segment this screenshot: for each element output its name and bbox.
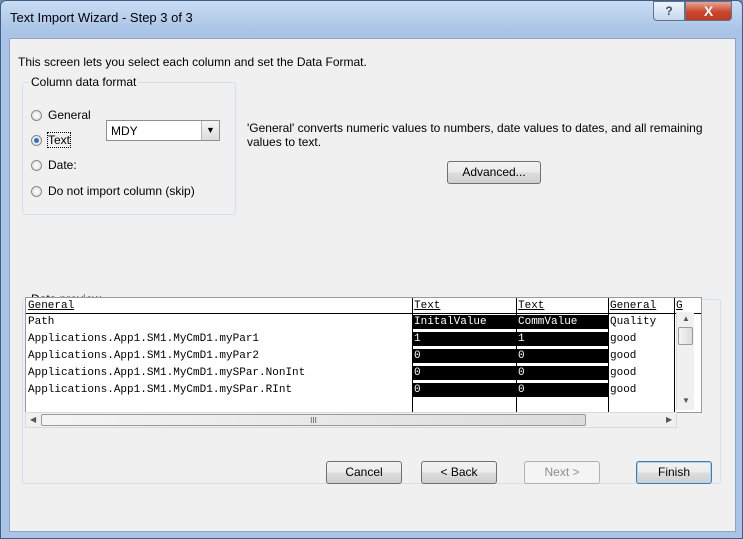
close-button[interactable]: X — [685, 1, 732, 21]
radio-general-label: General — [48, 108, 91, 122]
scroll-down-icon[interactable]: ▼ — [682, 396, 690, 405]
radio-text-circle[interactable] — [31, 134, 42, 146]
preview-cell: Applications.App1.SM1.MyCmD1.mySPar.NonI… — [28, 367, 306, 379]
radio-text[interactable]: Text — [31, 132, 72, 148]
header-divider — [26, 313, 701, 314]
dialog-body: This screen lets you select each column … — [9, 38, 736, 532]
preview-cell: good — [610, 367, 637, 379]
radio-skip-circle[interactable] — [31, 185, 42, 197]
chevron-down-icon[interactable]: ▼ — [201, 121, 219, 140]
radio-general[interactable]: General — [31, 108, 91, 122]
next-button[interactable]: Next > — [524, 461, 600, 484]
preview-cell: 0 — [517, 349, 609, 363]
radio-date-label: Date: — [48, 158, 77, 172]
format-description: 'General' converts numeric values to num… — [247, 121, 703, 149]
radio-general-circle[interactable] — [31, 109, 42, 121]
preview-cell: 0 — [517, 366, 609, 380]
preview-cell: 1 — [413, 332, 517, 346]
finish-button[interactable]: Finish — [636, 461, 712, 484]
column-header[interactable]: General — [610, 299, 674, 313]
cancel-button[interactable]: Cancel — [326, 461, 402, 484]
preview-cell: 1 — [517, 332, 609, 346]
scroll-up-icon[interactable]: ▲ — [682, 314, 690, 323]
back-button[interactable]: < Back — [421, 461, 497, 484]
scroll-left-icon[interactable]: ◀ — [30, 415, 36, 424]
column-divider — [674, 298, 675, 412]
advanced-button[interactable]: Advanced... — [447, 161, 541, 184]
title-bar[interactable]: Text Import Wizard - Step 3 of 3 ? X — [1, 1, 742, 37]
radio-skip[interactable]: Do not import column (skip) — [31, 184, 195, 198]
column-header[interactable]: Text — [414, 299, 516, 313]
preview-cell: good — [610, 350, 637, 362]
preview-cell: Path — [28, 316, 55, 328]
preview-cell: 0 — [517, 383, 609, 397]
preview-cell: Applications.App1.SM1.MyCmD1.myPar2 — [28, 350, 260, 362]
column-header[interactable]: G — [676, 299, 701, 313]
column-data-format-legend: Column data format — [31, 75, 137, 89]
dialog-window: Text Import Wizard - Step 3 of 3 ? X Thi… — [0, 0, 743, 539]
preview-cell: 0 — [413, 383, 517, 397]
radio-skip-label: Do not import column (skip) — [48, 184, 195, 198]
column-header[interactable]: General — [28, 299, 412, 313]
preview-cell: Applications.App1.SM1.MyCmD1.myPar1 — [28, 333, 260, 345]
vertical-scrollbar[interactable]: ▲ ▼ — [676, 312, 694, 410]
radio-text-label: Text — [46, 132, 72, 148]
help-button[interactable]: ? — [653, 1, 685, 21]
horizontal-scrollbar[interactable]: ◀ III ▶ — [25, 412, 677, 428]
horizontal-scroll-thumb[interactable]: III — [41, 414, 586, 426]
preview-cell: good — [610, 333, 637, 345]
preview-cell: good — [610, 384, 637, 396]
preview-cell: InitalValue — [413, 315, 517, 329]
preview-cell: Quality — [610, 316, 657, 328]
vertical-scroll-thumb[interactable] — [678, 327, 693, 345]
preview-cell: 0 — [413, 349, 517, 363]
data-preview-grid[interactable]: General Text Text General G Path InitalV… — [25, 297, 702, 413]
date-format-select[interactable]: MDY ▼ — [106, 120, 220, 141]
preview-cell: CommValue — [517, 315, 609, 329]
date-format-value: MDY — [111, 124, 138, 138]
window-title: Text Import Wizard - Step 3 of 3 — [10, 10, 193, 25]
preview-cell: 0 — [413, 366, 517, 380]
preview-cell: Applications.App1.SM1.MyCmD1.mySPar.RInt — [28, 384, 293, 396]
column-data-format-group: Column data format General Text Date: Do… — [22, 75, 236, 215]
column-header[interactable]: Text — [518, 299, 608, 313]
radio-date-circle[interactable] — [31, 159, 42, 171]
intro-text: This screen lets you select each column … — [18, 55, 367, 69]
scroll-right-icon[interactable]: ▶ — [666, 415, 672, 424]
radio-date[interactable]: Date: — [31, 158, 77, 172]
